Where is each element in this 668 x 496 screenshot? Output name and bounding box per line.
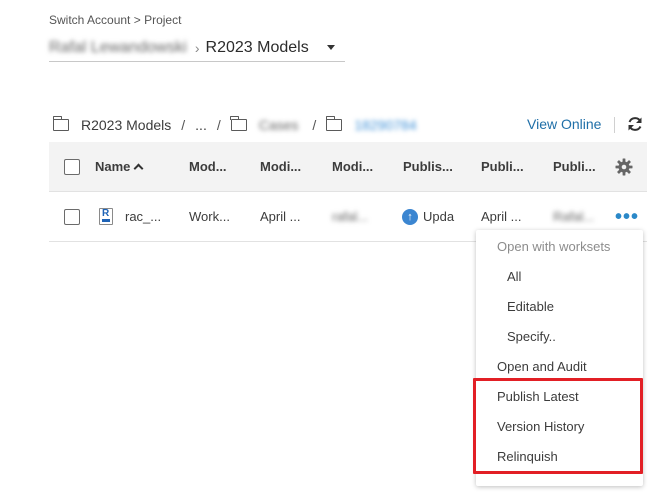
file-name[interactable]: rac_... xyxy=(125,209,161,224)
cell-text: Work... xyxy=(189,209,230,224)
column-label: Publi... xyxy=(481,159,524,174)
breadcrumb: Switch Account > Project xyxy=(49,13,181,27)
column-header-7[interactable]: Publi... xyxy=(553,142,596,191)
column-label: Name xyxy=(95,159,131,174)
cell-text: Rafal... xyxy=(553,209,595,224)
cell-4: rafal... xyxy=(332,192,368,241)
menu-item-open-and-audit[interactable]: Open and Audit xyxy=(476,351,643,381)
caret-down-icon[interactable] xyxy=(326,45,335,50)
cell-2: Work... xyxy=(189,192,230,241)
column-header-3[interactable]: Modi... xyxy=(260,142,301,191)
cell-text: Upda xyxy=(423,209,455,224)
folder-icon xyxy=(230,116,247,131)
gear-icon[interactable] xyxy=(615,158,633,176)
update-arrow-icon: ↑ xyxy=(402,208,418,225)
folder-link-3[interactable]: 18290784 xyxy=(354,117,416,133)
cell-text: rafal... xyxy=(332,209,369,224)
column-header-5[interactable]: Publis... xyxy=(403,142,453,191)
toolbar-divider xyxy=(614,117,615,133)
more-options-icon[interactable]: ••• xyxy=(615,207,639,227)
column-settings-cell xyxy=(615,142,633,191)
column-header-2[interactable]: Mod... xyxy=(189,142,227,191)
column-header-4[interactable]: Modi... xyxy=(332,142,373,191)
menu-item-all[interactable]: All xyxy=(476,261,643,291)
column-label: Mod... xyxy=(189,159,227,174)
cell-text: April ... xyxy=(481,209,522,224)
menu-item-publish-latest[interactable]: Publish Latest xyxy=(476,381,643,411)
menu-item-version-history[interactable]: Version History xyxy=(476,411,643,441)
menu-item-specify[interactable]: Specify.. xyxy=(476,321,643,351)
column-label: Modi... xyxy=(332,159,374,174)
cell-5: ↑ Upda xyxy=(402,192,454,241)
view-online-link[interactable]: View Online xyxy=(527,116,601,132)
folder-link-2[interactable]: Cases xyxy=(259,117,299,133)
column-header-6[interactable]: Publi... xyxy=(481,142,524,191)
project-selector[interactable]: Rafal Lewandowski › R2023 Models xyxy=(49,34,345,62)
menu-item-editable[interactable]: Editable xyxy=(476,291,643,321)
menu-item-open-with-worksets: Open with worksets xyxy=(497,238,611,254)
context-menu: Open with worksets All Editable Specify.… xyxy=(476,230,643,486)
folder-path: R2023 Models / ... / Cases / 18290784 xyxy=(52,115,417,135)
table-header: Name Mod... Modi... Modi... Publis... Pu… xyxy=(49,142,647,192)
path-separator: / xyxy=(216,117,221,133)
switch-account-link[interactable]: Switch Account xyxy=(49,13,130,27)
folder-icon xyxy=(325,116,343,131)
path-separator: / xyxy=(312,117,317,133)
project-separator: › xyxy=(194,39,200,56)
account-name: Rafal Lewandowski xyxy=(49,38,187,56)
column-label: Publis... xyxy=(403,159,453,174)
column-label: Modi... xyxy=(260,159,302,174)
refresh-icon[interactable] xyxy=(626,115,644,133)
column-label: Publi... xyxy=(553,159,596,174)
rvt-file-icon xyxy=(99,208,113,225)
folder-icon xyxy=(52,116,69,131)
breadcrumb-separator: > xyxy=(133,13,141,27)
cell-3: April ... xyxy=(260,192,300,241)
row-select-cell xyxy=(64,192,80,241)
cell-text: April ... xyxy=(260,209,301,224)
name-cell[interactable]: rac_... xyxy=(99,192,161,241)
project-link[interactable]: Project xyxy=(144,13,181,27)
project-name: R2023 Models xyxy=(205,38,309,56)
path-separator: / xyxy=(181,117,186,133)
path-ellipsis[interactable]: ... xyxy=(195,117,207,133)
row-checkbox[interactable] xyxy=(64,208,80,225)
column-header-name[interactable]: Name xyxy=(95,142,144,191)
select-all-checkbox[interactable] xyxy=(64,158,80,175)
menu-item-relinquish[interactable]: Relinquish xyxy=(476,441,643,471)
select-all-cell xyxy=(64,142,80,191)
sort-ascending-icon xyxy=(133,163,144,174)
folder-root-link[interactable]: R2023 Models xyxy=(81,117,171,133)
